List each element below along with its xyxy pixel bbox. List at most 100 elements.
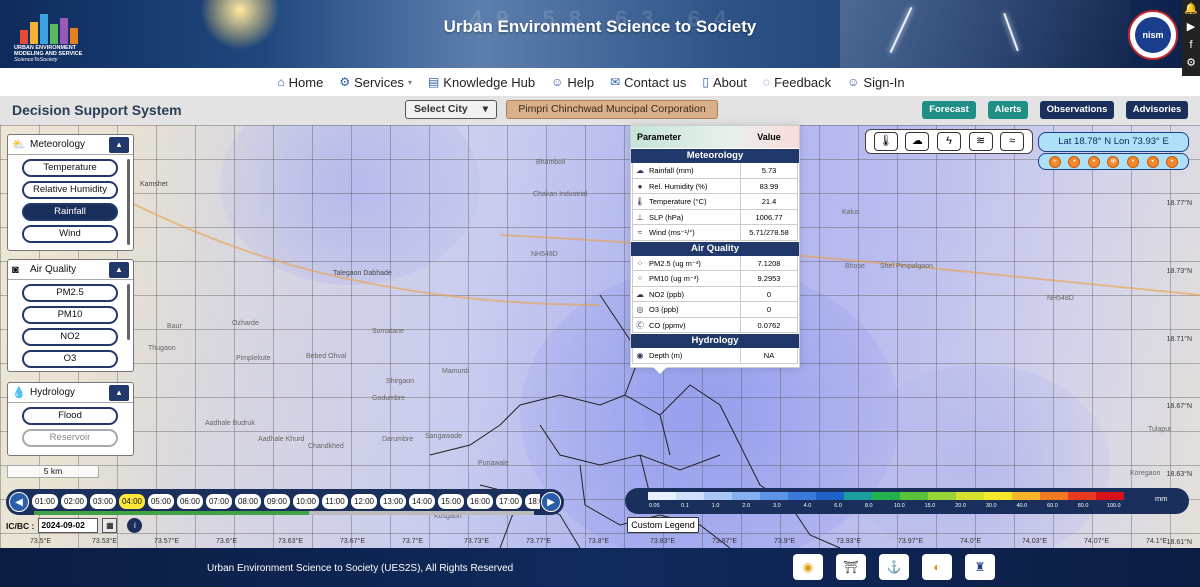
wind-icon: ≈ bbox=[637, 228, 643, 237]
bell-icon[interactable]: 🔔 bbox=[1182, 0, 1200, 18]
partner-logo-2[interactable]: ⛩ bbox=[836, 554, 866, 580]
globe-icon[interactable]: ⊕ bbox=[1107, 155, 1120, 168]
partner-logo-1[interactable]: ◉ bbox=[793, 554, 823, 580]
observations-button[interactable]: Observations bbox=[1040, 101, 1114, 119]
waves-icon[interactable]: ≋ bbox=[968, 132, 993, 151]
nav-feedback[interactable]: ◌ Feedback bbox=[763, 75, 831, 90]
gear-icon[interactable]: ⚙ bbox=[1182, 54, 1200, 72]
collapse-button[interactable]: ▲ bbox=[109, 384, 129, 401]
alerts-button[interactable]: Alerts bbox=[988, 101, 1028, 119]
legend-swatch bbox=[900, 492, 928, 500]
wind-button[interactable]: Wind bbox=[22, 225, 118, 243]
collapse-button[interactable]: ▲ bbox=[109, 261, 129, 278]
partner-logo-5[interactable]: ♜ bbox=[965, 554, 995, 580]
nav-services[interactable]: ⚙ Services ▾ bbox=[339, 75, 412, 90]
flood-button[interactable]: Flood bbox=[22, 407, 118, 425]
nav-about[interactable]: ▯ About bbox=[702, 75, 747, 90]
scrollbar[interactable] bbox=[127, 284, 130, 340]
water-drops-icon: 💧 bbox=[12, 387, 26, 399]
legend-swatch bbox=[1040, 492, 1068, 500]
timeline-prev-button[interactable]: ◀ bbox=[9, 492, 29, 512]
timeline-hour[interactable]: 13:00 bbox=[380, 494, 406, 509]
nav-help[interactable]: ☺ Help bbox=[551, 75, 594, 90]
info-icon[interactable]: i bbox=[127, 518, 143, 533]
timeline-progress[interactable] bbox=[34, 511, 534, 515]
timeline-hour[interactable]: 12:00 bbox=[351, 494, 377, 509]
timeline-hour[interactable]: 03:00 bbox=[90, 494, 116, 509]
chevron-down-icon: ▾ bbox=[482, 103, 488, 115]
lat-label: 18.61°N bbox=[1166, 539, 1192, 546]
timeline-hour[interactable]: 02:00 bbox=[61, 494, 87, 509]
parameter-popup: Parameter Value Meteorology ☁ Rainfall (mm)… bbox=[630, 125, 800, 368]
hospital-icon[interactable]: + bbox=[1048, 155, 1061, 168]
timeline-hour[interactable]: 18:00 bbox=[525, 494, 540, 509]
facebook-icon[interactable]: f bbox=[1182, 36, 1200, 54]
calendar-icon[interactable]: ▦ bbox=[102, 518, 118, 533]
custom-legend-button[interactable]: Custom Legend bbox=[627, 517, 699, 533]
temperature-button[interactable]: Temperature bbox=[22, 159, 118, 177]
camera-icon[interactable]: ▶ bbox=[1182, 18, 1200, 36]
popup-section-header: Hydrology bbox=[631, 334, 799, 348]
timeline-hour[interactable]: 15:00 bbox=[438, 494, 464, 509]
legend-swatch bbox=[732, 492, 760, 500]
water-icon[interactable]: • bbox=[1166, 155, 1179, 168]
meteorology-panel: ⛅ Meteorology ▲ Temperature Relative Humid… bbox=[7, 134, 134, 251]
timeline-hour[interactable]: 05:00 bbox=[148, 494, 174, 509]
timeline-hour[interactable]: 04:00 bbox=[119, 494, 145, 509]
open-book-icon: ▯ bbox=[702, 75, 709, 89]
timeline-hour[interactable]: 17:00 bbox=[496, 494, 522, 509]
nav-sign-in[interactable]: ☺ Sign-In bbox=[847, 75, 904, 90]
relative-humidity-button[interactable]: Relative Humidity bbox=[22, 181, 118, 199]
popup-row: ◉ Depth (m) NA bbox=[632, 348, 798, 364]
icbc-date-input[interactable]: 2024-09-02 bbox=[38, 518, 99, 533]
rain-cloud-icon[interactable]: ☁ bbox=[905, 132, 930, 151]
partner-logo-4[interactable]: ◐ bbox=[922, 554, 952, 580]
popup-value: 7.1208 bbox=[741, 255, 798, 270]
rainfall-button[interactable]: Rainfall bbox=[22, 203, 118, 221]
timeline-next-button[interactable]: ▶ bbox=[541, 492, 561, 512]
timeline-hour[interactable]: 14:00 bbox=[409, 494, 435, 509]
shelter-icon[interactable]: • bbox=[1127, 155, 1140, 168]
forecast-button[interactable]: Forecast bbox=[922, 101, 976, 119]
wind-icon[interactable]: ≈ bbox=[1000, 132, 1025, 151]
timeline-hour[interactable]: 06:00 bbox=[177, 494, 203, 509]
nav-contact[interactable]: ✉ Contact us bbox=[610, 75, 686, 90]
scrollbar[interactable] bbox=[127, 159, 130, 245]
no2-button[interactable]: NO2 bbox=[22, 328, 118, 346]
thermometer-icon[interactable]: 🌡 bbox=[873, 132, 898, 151]
pm10-button[interactable]: PM10 bbox=[22, 306, 118, 324]
collapse-button[interactable]: ▲ bbox=[109, 136, 129, 153]
timeline-hour[interactable]: 11:00 bbox=[322, 494, 348, 509]
lon-label: 73.63°E bbox=[278, 538, 303, 545]
select-city-dropdown[interactable]: Select City ▾ bbox=[405, 100, 497, 119]
advisories-button[interactable]: Advisories bbox=[1126, 101, 1188, 119]
reservoir-button[interactable]: Reservoir bbox=[22, 429, 118, 447]
book-icon: ▤ bbox=[427, 75, 440, 89]
pm25-button[interactable]: PM2.5 bbox=[22, 284, 118, 302]
popup-param: PM2.5 (ug m⁻³) bbox=[647, 255, 741, 270]
nav-knowledge-hub[interactable]: ▤ Knowledge Hub bbox=[428, 75, 535, 90]
chat-icon: ◌ bbox=[762, 75, 771, 89]
timeline-hour[interactable]: 09:00 bbox=[264, 494, 290, 509]
user-icon: ☺ bbox=[847, 75, 860, 89]
timeline-hour[interactable]: 01:00 bbox=[32, 494, 58, 509]
building-icon[interactable]: ▪ bbox=[1146, 155, 1159, 168]
fire-icon[interactable]: • bbox=[1068, 155, 1081, 168]
timeline-hour[interactable]: 07:00 bbox=[206, 494, 232, 509]
lon-label: 73.9°E bbox=[774, 538, 796, 545]
timeline-hour[interactable]: 16:00 bbox=[467, 494, 493, 509]
lightning-icon[interactable]: ϟ bbox=[936, 132, 961, 151]
nav-home[interactable]: ⌂ Home bbox=[277, 75, 323, 90]
nism-logo[interactable]: nism bbox=[1128, 10, 1178, 60]
police-icon[interactable]: • bbox=[1087, 155, 1100, 168]
legend-values: 0.05 0.1 1.0 2.0 3.0 4.0 6.0 8.0 10.0 15.0 20.0 30.… bbox=[639, 503, 1129, 509]
legend-value: 40.0 bbox=[1016, 503, 1028, 509]
partner-logo-3[interactable]: ⚓ bbox=[879, 554, 909, 580]
map-canvas[interactable]: Bhamboli Chakan Industrial Kamshet Taleg… bbox=[0, 125, 1200, 548]
timeline-hour[interactable]: 10:00 bbox=[293, 494, 319, 509]
lon-label: 74.0°E bbox=[960, 538, 982, 545]
o3-button[interactable]: O3 bbox=[22, 350, 118, 368]
timeline-hour[interactable]: 08:00 bbox=[235, 494, 261, 509]
lat-label: 18.73°N bbox=[1166, 268, 1192, 275]
popup-param: Wind (ms⁻¹/°) bbox=[647, 225, 741, 240]
